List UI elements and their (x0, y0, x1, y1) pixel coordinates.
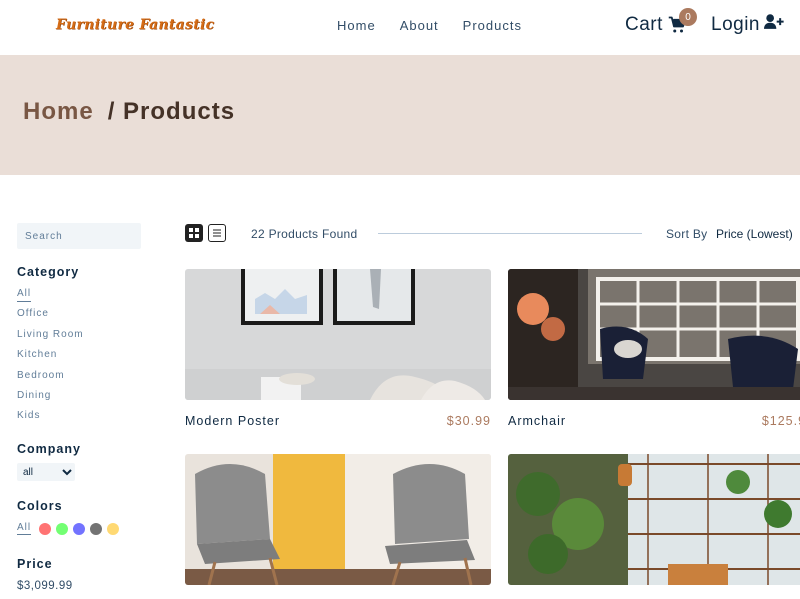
product-footer: Modern Poster $30.99 (185, 414, 491, 428)
product-card[interactable] (508, 454, 800, 585)
color-swatch-black[interactable] (90, 522, 103, 535)
color-swatches: All (17, 522, 120, 535)
search-input[interactable] (17, 223, 141, 249)
product-price: $125.99 (761, 414, 800, 428)
category-title: Category (17, 265, 80, 279)
category-bedroom[interactable]: Bedroom (17, 369, 84, 389)
category-dining[interactable]: Dining (17, 389, 84, 409)
list-icon (213, 229, 221, 237)
color-all[interactable]: All (17, 522, 32, 535)
price-title: Price (17, 557, 53, 571)
price-value: $3,099.99 (17, 580, 73, 592)
product-card[interactable]: Modern Poster $30.99 (185, 269, 491, 428)
grid-view-button[interactable] (185, 224, 203, 242)
navbar: Furniture Fantastic Home About Products … (0, 0, 800, 55)
product-image-armchair[interactable] (508, 269, 800, 400)
breadcrumb: Home / Products (23, 98, 235, 126)
cart-button[interactable]: Cart (625, 14, 687, 36)
nav-link-products[interactable]: Products (463, 18, 522, 33)
sort-select[interactable]: Price (Lowest) (716, 227, 793, 241)
category-kids[interactable]: Kids (17, 409, 84, 429)
login-label: Login (711, 14, 760, 35)
product-name: Armchair (508, 414, 567, 428)
products-found-count: 22 Products Found (251, 227, 358, 241)
product-image-modern-poster[interactable] (185, 269, 491, 400)
sort-divider (378, 233, 642, 234)
product-image-chairs[interactable] (185, 454, 491, 585)
product-image-shelf[interactable] (508, 454, 800, 585)
breadcrumb-home[interactable]: Home (23, 98, 94, 126)
product-card[interactable] (185, 454, 491, 585)
login-button[interactable]: Login (711, 14, 784, 36)
logo[interactable]: Furniture Fantastic (56, 17, 214, 33)
category-office[interactable]: Office (17, 307, 84, 327)
nav-link-home[interactable]: Home (337, 18, 376, 33)
category-living-room[interactable]: Living Room (17, 328, 84, 348)
hero-banner: Home / Products (0, 55, 800, 175)
company-select[interactable]: all (17, 463, 75, 481)
add-user-icon (764, 14, 784, 36)
nav-links: Home About Products (337, 18, 522, 33)
cart-label: Cart (625, 14, 663, 35)
color-swatch-green[interactable] (56, 522, 69, 535)
breadcrumb-current: / Products (107, 98, 236, 125)
category-list: All Office Living Room Kitchen Bedroom D… (17, 287, 84, 430)
category-kitchen[interactable]: Kitchen (17, 348, 84, 368)
color-swatch-blue[interactable] (73, 522, 86, 535)
company-title: Company (17, 442, 81, 456)
product-footer: Armchair $125.99 (508, 414, 800, 428)
sort-label: Sort By (666, 227, 708, 241)
category-all[interactable]: All (17, 287, 84, 307)
cart-count-badge: 0 (679, 8, 697, 26)
color-swatch-red[interactable] (39, 522, 52, 535)
color-swatch-yellow[interactable] (107, 522, 120, 535)
grid-icon (189, 228, 199, 238)
product-name: Modern Poster (185, 414, 280, 428)
colors-title: Colors (17, 499, 63, 513)
product-card[interactable]: Armchair $125.99 (508, 269, 800, 428)
nav-link-about[interactable]: About (400, 18, 439, 33)
product-price: $30.99 (446, 414, 491, 428)
list-view-button[interactable] (208, 224, 226, 242)
